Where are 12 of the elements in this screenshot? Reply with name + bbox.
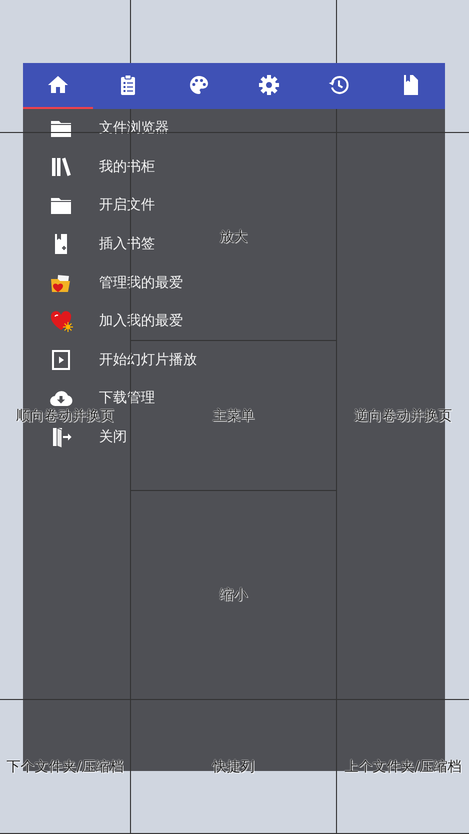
- zone-label: 快捷列: [212, 758, 254, 776]
- history-icon: [327, 73, 352, 97]
- menu-item[interactable]: 我的书柜: [99, 158, 155, 176]
- zone-label: 主菜单: [212, 406, 254, 424]
- menu-item[interactable]: 关闭: [99, 428, 127, 446]
- menu-item[interactable]: 插入书签: [99, 235, 155, 254]
- play-frame-icon: [49, 348, 73, 372]
- settings-icon: [257, 73, 282, 97]
- zone-label: 缩小: [220, 586, 248, 604]
- heart-icon: [49, 309, 73, 334]
- zone-label: 放大: [220, 228, 248, 246]
- bookshelf-icon: [49, 154, 73, 179]
